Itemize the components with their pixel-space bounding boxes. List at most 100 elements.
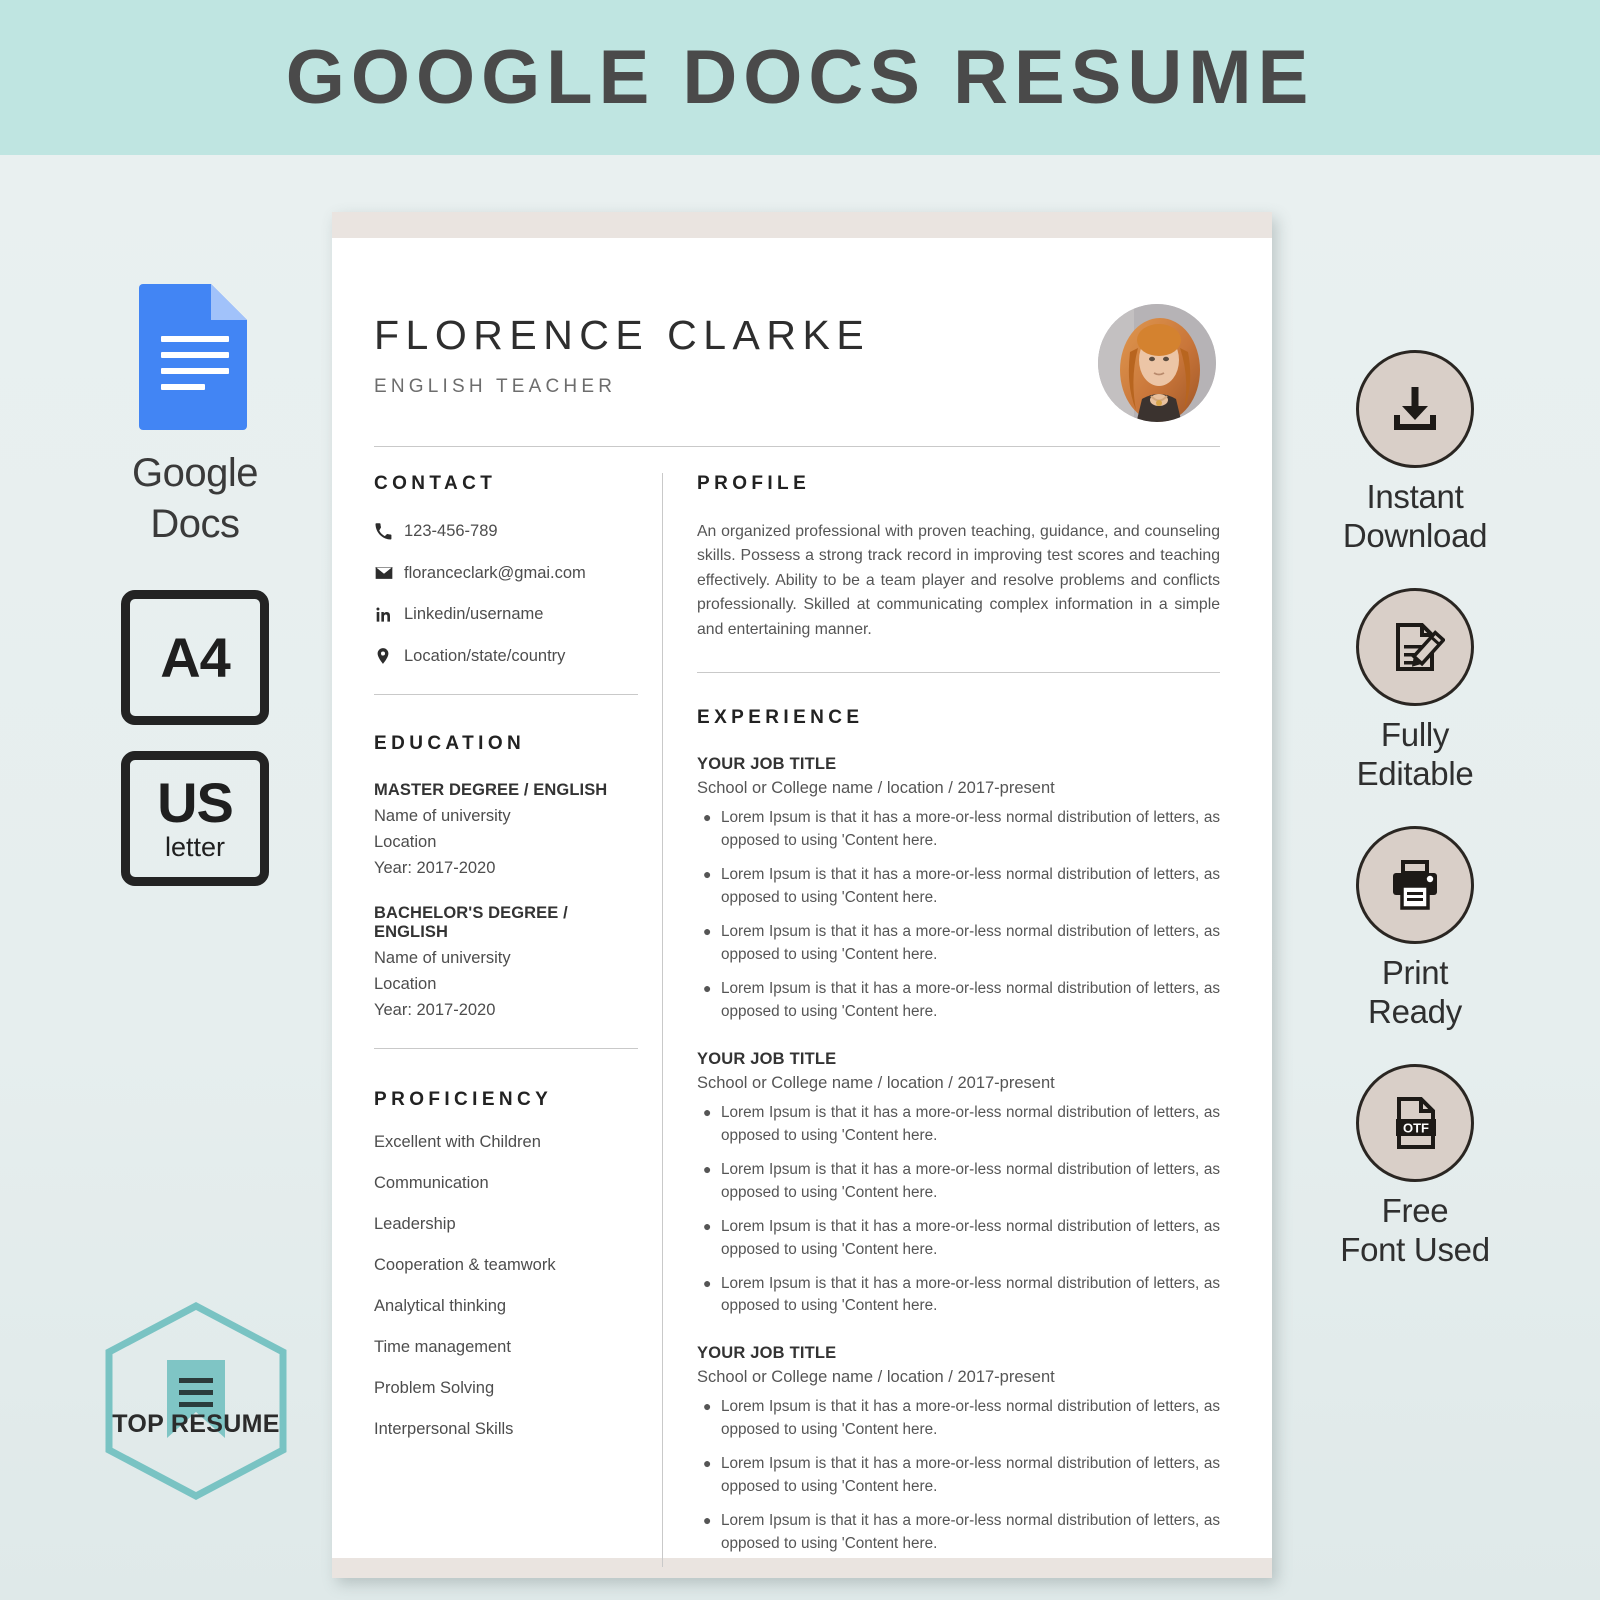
resume-left-column: CONTACT 123-456-789 floranceclark@gmai.c…	[372, 473, 662, 1567]
download-icon-circle	[1356, 350, 1474, 468]
job-bullet-text: Lorem Ipsum is that it has a more-or-les…	[721, 1455, 1220, 1496]
top-resume-badge-label: TOP RESUME	[112, 1410, 280, 1438]
right-feature-column: Instant Download Fully Editable Print Re…	[1300, 350, 1530, 1302]
bullet-dot-icon: ●	[703, 866, 712, 883]
education-year: Year: 2017-2020	[374, 859, 496, 877]
contact-location-text: Location/state/country	[404, 646, 566, 665]
svg-text:OTF: OTF	[1403, 1120, 1429, 1135]
job-bullet-text: Lorem Ipsum is that it has a more-or-les…	[721, 923, 1220, 964]
job-bullet: ● Lorem Ipsum is that it has a more-or-le…	[697, 1159, 1220, 1205]
feature-label-line2: Ready	[1368, 992, 1462, 1030]
job-bullet: ● Lorem Ipsum is that it has a more-or-le…	[697, 1510, 1220, 1556]
feature-label-line1: Print	[1381, 953, 1449, 991]
left-feature-column: Google Docs A4 US letter	[60, 280, 330, 887]
format-badge-a4-label: A4	[160, 625, 231, 689]
proficiency-item: Time management	[374, 1338, 511, 1356]
google-docs-label: Google Docs	[60, 448, 330, 550]
proficiency-item: Analytical thinking	[374, 1297, 507, 1315]
job-bullet-text: Lorem Ipsum is that it has a more-or-les…	[721, 1512, 1220, 1553]
education-entry: BACHELOR'S DEGREE / ENGLISH Name of univ…	[374, 904, 636, 1020]
contact-email-text: floranceclark@gmai.com	[404, 563, 586, 582]
contact-list: 123-456-789 floranceclark@gmai.com Linke…	[374, 522, 636, 666]
printer-icon	[1393, 859, 1437, 910]
profile-text: An organized professional with proven te…	[697, 523, 1220, 638]
contact-item-linkedin: Linkedin/username	[374, 605, 636, 624]
job-bullet-text: Lorem Ipsum is that it has a more-or-les…	[721, 1398, 1220, 1439]
format-badge-us-letter: US letter	[121, 751, 269, 887]
feature-label-line2: Editable	[1356, 754, 1474, 792]
bullet-dot-icon: ●	[703, 1455, 712, 1472]
resume-job-role: ENGLISH TEACHER	[374, 376, 617, 397]
bullet-dot-icon: ●	[703, 1512, 712, 1529]
feature-free-font-label: Free Font Used	[1300, 1192, 1530, 1270]
bullet-dot-icon: ●	[703, 1274, 712, 1291]
job-bullet-text: Lorem Ipsum is that it has a more-or-les…	[721, 1217, 1220, 1258]
resume-preview-page: FLORENCE CLARKE ENGLISH TEACHER CONTACT …	[332, 212, 1272, 1578]
proficiency-section: PROFICIENCY Excellent with Children Comm…	[374, 1089, 636, 1439]
job-bullet: ● Lorem Ipsum is that it has a more-or-le…	[697, 1396, 1220, 1442]
education-degree: BACHELOR'S DEGREE / ENGLISH	[374, 904, 568, 941]
google-docs-label-line2: Docs	[150, 502, 240, 547]
education-year: Year: 2017-2020	[374, 1001, 496, 1019]
feature-instant-download: Instant Download	[1300, 350, 1530, 556]
resume-right-column: PROFILE An organized professional with p…	[697, 473, 1224, 1567]
experience-heading: EXPERIENCE	[697, 707, 864, 729]
otf-file-icon-circle: OTF	[1356, 1063, 1474, 1182]
job-title: YOUR JOB TITLE	[697, 1049, 837, 1068]
avatar	[1098, 304, 1216, 422]
feature-free-font: OTF Free Font Used	[1300, 1063, 1530, 1270]
feature-instant-download-label: Instant Download	[1300, 478, 1530, 556]
job-meta: School or College name / location / 2017…	[697, 1368, 1055, 1387]
contact-heading: CONTACT	[374, 473, 497, 494]
job-bullet-list: ● Lorem Ipsum is that it has a more-or-le…	[697, 807, 1220, 1024]
job-bullet-text: Lorem Ipsum is that it has a more-or-les…	[721, 1103, 1220, 1144]
header-divider	[374, 446, 1220, 447]
education-university: Name of university	[374, 949, 511, 967]
resume-body: CONTACT 123-456-789 floranceclark@gmai.c…	[372, 473, 1224, 1568]
feature-print-ready-label: Print Ready	[1300, 954, 1530, 1032]
download-icon	[1394, 387, 1436, 430]
experience-section: EXPERIENCE YOUR JOB TITLE School or Coll…	[697, 707, 1220, 1556]
feature-print-ready: Print Ready	[1300, 825, 1530, 1032]
bullet-dot-icon: ●	[703, 1160, 712, 1177]
edit-document-icon-circle	[1356, 587, 1474, 706]
contact-item-email: floranceclark@gmai.com	[374, 563, 636, 583]
education-degree: MASTER DEGREE / ENGLISH	[374, 781, 608, 799]
resume-content: FLORENCE CLARKE ENGLISH TEACHER CONTACT …	[332, 238, 1272, 1568]
edit-document-icon	[1396, 622, 1445, 671]
proficiency-list: Excellent with Children Communication Le…	[374, 1133, 636, 1439]
job-bullet-list: ● Lorem Ipsum is that it has a more-or-le…	[697, 1102, 1220, 1319]
otf-file-icon: OTF	[1396, 1096, 1436, 1149]
contact-divider	[374, 694, 638, 695]
profile-divider	[697, 672, 1220, 674]
bullet-dot-icon: ●	[703, 809, 712, 826]
job-title: YOUR JOB TITLE	[697, 755, 837, 774]
contact-item-phone: 123-456-789	[374, 522, 636, 541]
feature-fully-editable-label: Fully Editable	[1300, 716, 1530, 794]
job-bullet: ● Lorem Ipsum is that it has a more-or-le…	[697, 864, 1220, 910]
education-divider	[374, 1048, 638, 1049]
contact-phone-text: 123-456-789	[404, 522, 498, 540]
education-location: Location	[374, 975, 437, 993]
proficiency-item: Interpersonal Skills	[374, 1420, 514, 1438]
envelope-icon	[374, 563, 404, 583]
location-pin-icon	[374, 646, 404, 666]
job-bullet: ● Lorem Ipsum is that it has a more-or-le…	[697, 1102, 1220, 1148]
job-meta: School or College name / location / 2017…	[697, 1073, 1055, 1092]
bullet-dot-icon: ●	[703, 980, 712, 997]
job-bullet-text: Lorem Ipsum is that it has a more-or-les…	[721, 1160, 1220, 1201]
proficiency-item: Leadership	[374, 1215, 456, 1233]
job-bullet-list: ● Lorem Ipsum is that it has a more-or-le…	[697, 1396, 1220, 1556]
education-university: Name of university	[374, 807, 511, 825]
education-heading: EDUCATION	[374, 733, 526, 754]
feature-fully-editable: Fully Editable	[1300, 587, 1530, 794]
education-entry: MASTER DEGREE / ENGLISH Name of universi…	[374, 781, 636, 878]
feature-label-line1: Instant	[1366, 478, 1464, 515]
resume-header: FLORENCE CLARKE ENGLISH TEACHER	[372, 276, 1224, 422]
proficiency-item: Problem Solving	[374, 1379, 495, 1397]
job-bullet: ● Lorem Ipsum is that it has a more-or-le…	[697, 978, 1220, 1024]
job-bullet: ● Lorem Ipsum is that it has a more-or-le…	[697, 1216, 1220, 1262]
format-badge-letter-label: letter	[164, 832, 226, 863]
job-bullet: ● Lorem Ipsum is that it has a more-or-le…	[697, 1273, 1220, 1319]
contact-linkedin-text: Linkedin/username	[404, 605, 544, 623]
